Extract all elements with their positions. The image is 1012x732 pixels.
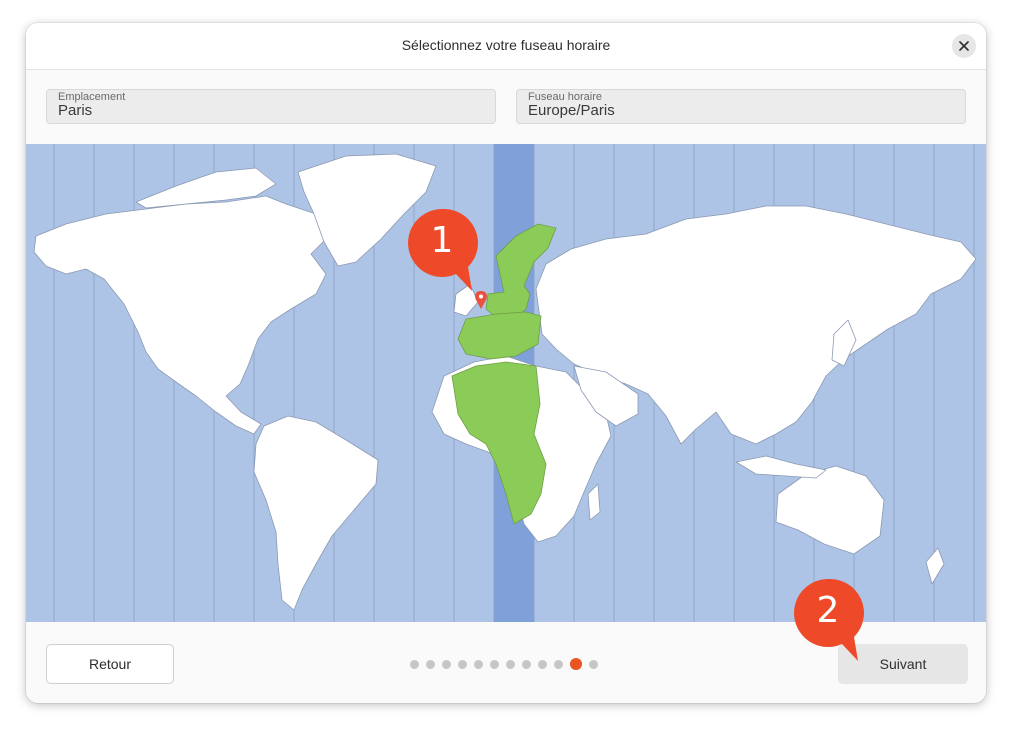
timezone-field[interactable]: Fuseau horaire Europe/Paris — [516, 89, 966, 124]
page-dot — [589, 659, 598, 669]
page-dot-current — [570, 658, 582, 670]
timezone-map[interactable] — [26, 144, 986, 622]
page-dot — [442, 659, 451, 669]
close-icon — [959, 41, 969, 51]
page-dot — [538, 659, 547, 669]
page-dot — [426, 659, 435, 669]
location-field[interactable]: Emplacement Paris — [46, 89, 496, 124]
page-dot — [506, 659, 515, 669]
back-button[interactable]: Retour — [46, 644, 174, 684]
page-dot — [490, 659, 499, 669]
world-map — [26, 144, 986, 622]
page-dot — [474, 659, 483, 669]
timezone-value: Europe/Paris — [528, 102, 615, 119]
titlebar: Sélectionnez votre fuseau horaire — [26, 23, 986, 70]
callout-number: 1 — [430, 220, 454, 261]
callout-1: 1 — [406, 207, 478, 291]
dialog-title: Sélectionnez votre fuseau horaire — [401, 37, 611, 53]
close-button[interactable] — [952, 34, 976, 58]
page-dot — [554, 659, 563, 669]
location-value: Paris — [58, 102, 93, 119]
page-dot — [522, 659, 531, 669]
page-dot — [458, 659, 467, 669]
page-dot — [410, 659, 419, 669]
page-indicator — [410, 658, 598, 670]
callout-2: 2 — [792, 577, 864, 661]
callout-number: 2 — [816, 590, 840, 631]
